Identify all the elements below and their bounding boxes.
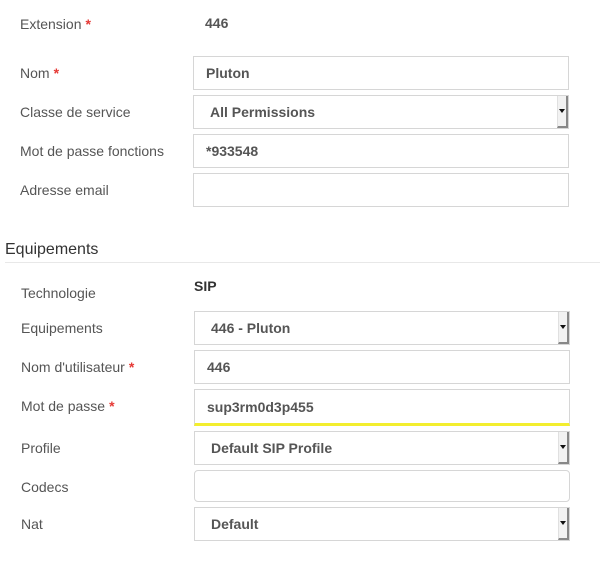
classe-service-select[interactable]: All Permissions	[193, 95, 569, 129]
equipements-select[interactable]: 446 - Pluton	[194, 311, 570, 345]
profile-select[interactable]: Default SIP Profile	[194, 431, 570, 465]
equipements-label: Equipements	[21, 320, 103, 336]
nom-input[interactable]: Pluton	[193, 56, 569, 90]
nom-utilisateur-label-text: Nom d'utilisateur	[21, 359, 125, 375]
nom-label-text: Nom	[20, 65, 50, 81]
classe-service-value: All Permissions	[210, 104, 316, 120]
nom-utilisateur-label: Nom d'utilisateur *	[21, 359, 134, 375]
nat-label: Nat	[21, 516, 43, 532]
equipements-value: 446 - Pluton	[211, 320, 291, 336]
classe-service-label: Classe de service	[20, 104, 131, 120]
mot-de-passe-label-text: Mot de passe	[21, 398, 106, 414]
extension-label: Extension *	[20, 16, 91, 32]
section-title-equipements: Equipements	[5, 241, 99, 258]
required-marker: *	[109, 398, 115, 414]
nom-utilisateur-value: 446	[207, 359, 231, 375]
codecs-label: Codecs	[21, 479, 69, 495]
section-divider	[5, 262, 600, 263]
technologie-label: Technologie	[21, 285, 96, 301]
required-marker: *	[128, 359, 135, 375]
nom-input-value: Pluton	[206, 65, 250, 81]
mot-de-passe-input[interactable]: sup3rm0d3p455	[194, 389, 570, 426]
chevron-down-icon[interactable]	[558, 312, 569, 344]
codecs-input[interactable]	[194, 470, 570, 502]
chevron-down-icon[interactable]	[558, 508, 569, 540]
adresse-email-label: Adresse email	[20, 182, 109, 198]
required-marker: *	[53, 65, 60, 81]
nom-utilisateur-input[interactable]: 446	[194, 350, 570, 384]
nom-label: Nom *	[20, 65, 59, 81]
mot-de-passe-value: sup3rm0d3p455	[207, 398, 314, 415]
required-marker: *	[85, 16, 91, 32]
chevron-down-icon[interactable]	[558, 432, 569, 464]
mot-de-passe-fonctions-input[interactable]: *933548	[193, 134, 569, 168]
extension-value: 446	[205, 15, 229, 31]
mot-de-passe-label: Mot de passe *	[21, 398, 115, 414]
profile-label: Profile	[21, 440, 61, 456]
mot-de-passe-fonctions-label: Mot de passe fonctions	[20, 143, 164, 159]
adresse-email-input[interactable]	[193, 173, 569, 207]
technologie-value: SIP	[194, 278, 217, 294]
mot-de-passe-fonctions-value: *933548	[206, 143, 259, 159]
profile-value: Default SIP Profile	[211, 440, 333, 456]
nat-select[interactable]: Default	[194, 507, 570, 541]
extension-label-text: Extension	[20, 16, 82, 32]
nat-value: Default	[211, 516, 259, 532]
chevron-down-icon[interactable]	[557, 96, 568, 128]
